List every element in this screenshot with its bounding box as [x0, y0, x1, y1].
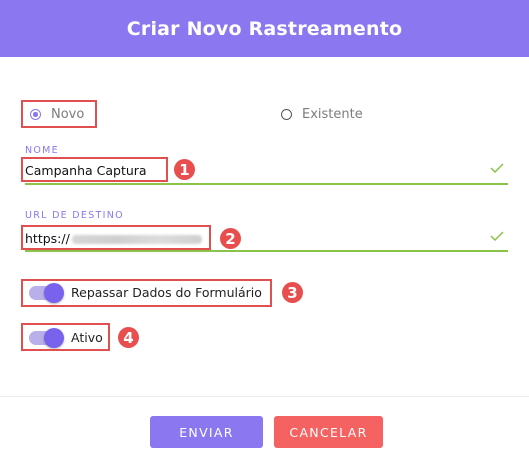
url-label: URL DE DESTINO: [25, 210, 124, 221]
radio-existente[interactable]: Existente: [281, 107, 363, 122]
marker-3: 3: [282, 282, 303, 303]
highlight-box-nome: [21, 157, 168, 182]
highlight-box-ativo: [21, 323, 110, 351]
nome-underline: [25, 183, 508, 185]
marker-4: 4: [118, 327, 139, 348]
marker-1: 1: [174, 159, 195, 180]
enviar-button[interactable]: ENVIAR: [150, 416, 263, 448]
radio-existente-label: Existente: [302, 107, 363, 122]
highlight-box-radio: [21, 100, 97, 128]
marker-2: 2: [220, 228, 241, 249]
dialog-title: Criar Novo Rastreamento: [126, 17, 403, 40]
cancelar-button[interactable]: CANCELAR: [274, 416, 383, 448]
highlight-box-url: [21, 225, 211, 250]
check-icon: [490, 163, 504, 173]
nome-label: NOME: [25, 145, 59, 156]
check-icon: [490, 231, 504, 241]
url-underline: [25, 250, 508, 252]
dialog-header: Criar Novo Rastreamento: [0, 0, 529, 57]
highlight-box-repassar: [21, 279, 272, 307]
radio-unselected-icon: [281, 109, 292, 120]
footer-divider: [0, 396, 529, 397]
